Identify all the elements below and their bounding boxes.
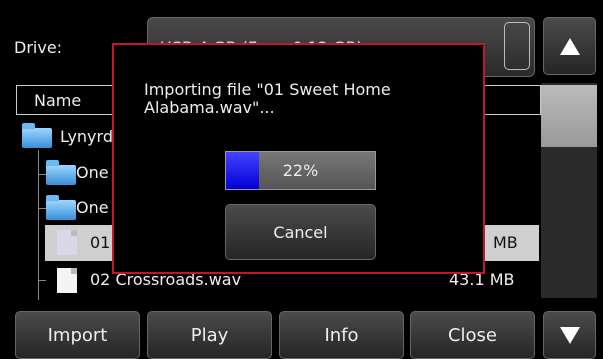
list-item-label: 01 (90, 233, 111, 252)
import-progress-dialog: Importing file "01 Sweet Home Alabama.wa… (112, 43, 485, 274)
folder-icon (46, 195, 76, 220)
drive-label: Drive: (14, 38, 63, 57)
scrollbar-thumb[interactable] (541, 85, 597, 147)
tree-line (38, 150, 39, 300)
folder-icon (46, 160, 76, 185)
play-button[interactable]: Play (147, 311, 272, 359)
drive-dropdown-button[interactable] (504, 22, 530, 70)
tree-line (38, 174, 46, 175)
list-item-label: One (76, 198, 109, 217)
triangle-up-icon (559, 37, 580, 55)
triangle-down-icon (559, 326, 580, 344)
column-header-name-label: Name (34, 91, 82, 110)
progress-label: 22% (282, 161, 319, 180)
column-header-size[interactable] (481, 85, 541, 115)
tree-line (38, 208, 46, 209)
scroll-up-button[interactable] (543, 17, 596, 75)
folder-icon (22, 123, 52, 148)
list-item-label: Lynyrd (60, 127, 113, 146)
file-icon (57, 268, 77, 293)
list-item-label: One (76, 163, 109, 182)
import-button[interactable]: Import (15, 311, 140, 359)
dialog-message: Importing file "01 Sweet Home Alabama.wa… (144, 80, 391, 117)
cancel-button[interactable]: Cancel (225, 204, 376, 260)
list-item[interactable]: Lynyrd (20, 122, 120, 152)
scroll-down-button[interactable] (543, 311, 596, 359)
file-icon (57, 230, 77, 255)
info-button[interactable]: Info (279, 311, 404, 359)
progress-bar: 22% (225, 151, 376, 190)
list-item-size: MB (493, 233, 518, 252)
close-button[interactable]: Close (410, 311, 535, 359)
